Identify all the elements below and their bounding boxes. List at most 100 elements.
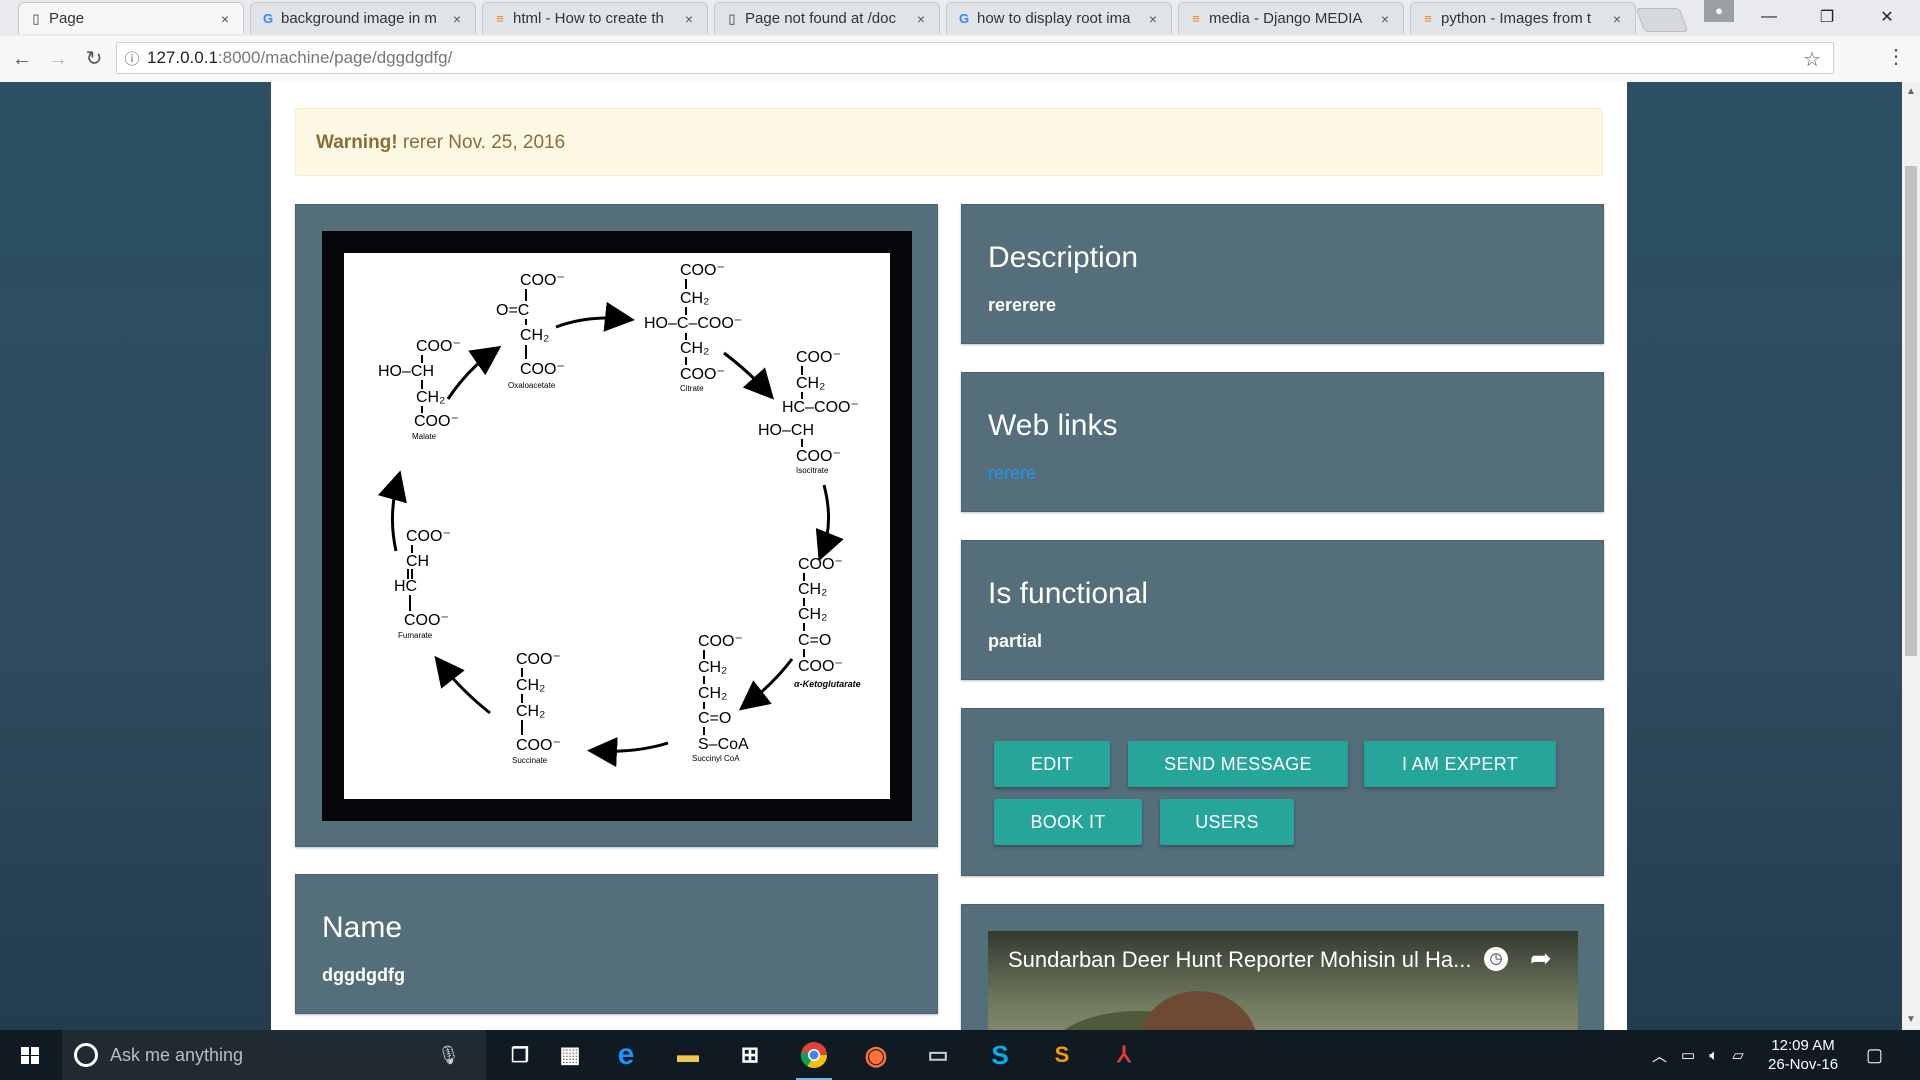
network-icon[interactable]: ▱ <box>1732 1046 1744 1064</box>
succinate-line-1: COO⁻ <box>516 651 561 668</box>
scroll-thumb[interactable] <box>1905 166 1917 656</box>
chrome-icon[interactable] <box>790 1035 838 1080</box>
stackoverflow-icon: ≡ <box>1192 11 1200 26</box>
content-container: Warning! rerer Nov. 25, 2016 COO⁻ O=C CH… <box>271 82 1627 1030</box>
stackoverflow-icon: ≡ <box>496 11 504 26</box>
url-host: 127.0.0.1 <box>147 48 218 67</box>
file-explorer-icon[interactable]: ▬ <box>664 1035 712 1075</box>
arrow-citrate-isocitrate <box>723 351 775 400</box>
reload-icon[interactable]: ↻ <box>80 45 108 73</box>
store-app-icon[interactable]: ▦ <box>546 1035 594 1075</box>
taskbar-clock[interactable]: 12:09 AM 26-Nov-16 <box>1768 1036 1838 1074</box>
succinylcoa-line-2: CH₂ <box>698 659 727 676</box>
description-value: rererere <box>988 295 1057 315</box>
edit-button[interactable]: EDIT <box>994 741 1110 787</box>
clock-date: 26-Nov-16 <box>1768 1056 1839 1073</box>
ketoglutarate-line-2: CH₂ <box>798 581 827 598</box>
close-icon[interactable]: × <box>1613 11 1621 27</box>
address-bar[interactable]: ⓘ 127.0.0.1:8000/machine/page/dggdgdfg/ … <box>116 42 1834 74</box>
image-panel: COO⁻ O=C CH₂ COO⁻ Oxaloacetate COO⁻ CH₂ … <box>295 204 938 847</box>
edge-icon[interactable]: e <box>602 1035 650 1075</box>
arrow-succinylcoa-succinate <box>587 737 669 768</box>
weblinks-panel: Web links rerere <box>961 372 1604 512</box>
tab-stackoverflow-html[interactable]: ≡ html - How to create th × <box>482 2 708 34</box>
succinylcoa-line-5: S–CoA <box>698 736 749 753</box>
restore-icon[interactable]: ❐ <box>1804 0 1850 34</box>
video-panel: Sundarban Deer Hunt Reporter Mohisin ul … <box>961 904 1604 1030</box>
isocitrate-line-5: COO⁻ <box>796 448 841 465</box>
search-placeholder: Ask me anything <box>110 1044 244 1065</box>
skype-icon[interactable]: S <box>976 1035 1024 1075</box>
book-it-button[interactable]: BOOK IT <box>994 799 1142 845</box>
stackoverflow-icon: ≡ <box>1424 11 1432 26</box>
forward-icon[interactable]: → <box>44 45 72 73</box>
succinate-label: Succinate <box>512 756 548 765</box>
tab-label: background image in m <box>281 10 437 27</box>
profile-icon[interactable]: ● <box>1704 0 1734 22</box>
tab-google-background[interactable]: G background image in m × <box>250 2 476 34</box>
alert-text: rerer Nov. 25, 2016 <box>397 132 566 153</box>
malate-line-1: COO⁻ <box>416 338 461 355</box>
menu-icon[interactable]: ⋮ <box>1886 44 1906 69</box>
tray-chevron-icon[interactable]: ︿ <box>1652 1045 1667 1066</box>
oxaloacetate-line-3: CH₂ <box>520 327 549 344</box>
clock-time: 12:09 AM <box>1771 1037 1835 1054</box>
name-value: dggdgdfg <box>322 965 405 985</box>
citrate-label: Citrate <box>680 384 704 393</box>
close-icon[interactable]: × <box>685 11 693 27</box>
weblink[interactable]: rerere <box>988 463 1036 484</box>
cortana-search[interactable]: Ask me anything 🎙︎ <box>62 1030 486 1080</box>
send-message-button[interactable]: SEND MESSAGE <box>1128 741 1348 787</box>
watch-later-icon[interactable]: ◷ <box>1484 947 1508 971</box>
tab-label: media - Django MEDIA <box>1209 10 1363 27</box>
video-title[interactable]: Sundarban Deer Hunt Reporter Mohisin ul … <box>1008 947 1478 973</box>
ketoglutarate-label: α-Ketoglutarate <box>794 679 861 689</box>
tab-django-media[interactable]: ≡ media - Django MEDIA × <box>1178 2 1404 34</box>
share-icon[interactable]: ➦ <box>1530 943 1552 974</box>
sublime-text-icon[interactable]: S <box>1038 1035 1086 1075</box>
functional-panel: Is functional partial <box>961 540 1604 680</box>
functional-value: partial <box>988 631 1043 651</box>
users-button[interactable]: USERS <box>1160 799 1294 845</box>
tab-python-images[interactable]: ≡ python - Images from t × <box>1410 2 1636 34</box>
fumarate-line-4: COO⁻ <box>404 612 449 629</box>
google-icon: G <box>262 11 274 26</box>
youtube-video-embed[interactable]: Sundarban Deer Hunt Reporter Mohisin ul … <box>988 931 1578 1030</box>
tab-page[interactable]: ▯ Page × <box>18 2 244 34</box>
microphone-icon[interactable]: 🎙︎ <box>437 1045 460 1066</box>
krebs-cycle-image: COO⁻ O=C CH₂ COO⁻ Oxaloacetate COO⁻ CH₂ … <box>344 253 890 799</box>
minimize-icon[interactable]: — <box>1746 0 1792 34</box>
notifications-icon[interactable]: ▢ <box>1866 1030 1883 1080</box>
battery-icon[interactable]: ▭ <box>1681 1046 1695 1064</box>
terminal-icon[interactable]: ▭ <box>914 1035 962 1075</box>
ketoglutarate-line-4: C=O <box>798 632 831 649</box>
acrobat-icon[interactable]: ⅄ <box>1100 1035 1148 1075</box>
task-view-icon[interactable]: ❐ <box>496 1035 544 1075</box>
tab-google-root-image[interactable]: G how to display root ima × <box>946 2 1172 34</box>
scroll-down-icon[interactable]: ▼ <box>1906 1014 1916 1025</box>
new-tab-button[interactable] <box>1635 8 1689 32</box>
tab-page-not-found[interactable]: ▯ Page not found at /doc × <box>714 2 940 34</box>
bookmark-star-icon[interactable]: ☆ <box>1803 47 1821 72</box>
close-icon[interactable]: × <box>221 11 229 27</box>
info-icon[interactable]: ⓘ <box>117 48 147 69</box>
store-bag-icon[interactable]: ⊞ <box>726 1035 774 1075</box>
back-icon[interactable]: ← <box>8 45 36 73</box>
close-window-icon[interactable]: ✕ <box>1864 0 1910 34</box>
i-am-expert-button[interactable]: I AM EXPERT <box>1364 741 1556 787</box>
scroll-up-icon[interactable]: ▲ <box>1906 86 1916 97</box>
arrow-fumarate-malate <box>377 470 407 552</box>
page-icon: ▯ <box>32 11 40 26</box>
close-icon[interactable]: × <box>453 11 461 27</box>
close-icon[interactable]: × <box>1149 11 1157 27</box>
firefox-icon[interactable]: ◉ <box>852 1035 900 1075</box>
close-icon[interactable]: × <box>917 11 925 27</box>
close-icon[interactable]: × <box>1381 11 1389 27</box>
chrome-logo-icon <box>800 1042 828 1069</box>
tab-label: Page <box>49 10 85 27</box>
succinylcoa-line-4: C=O <box>698 710 731 727</box>
isocitrate-line-2: CH₂ <box>796 375 825 392</box>
volume-icon[interactable]: 🔈︎ <box>1709 1047 1718 1064</box>
page-scrollbar[interactable]: ▲ ▼ <box>1902 82 1920 1030</box>
start-button[interactable] <box>0 1030 60 1080</box>
